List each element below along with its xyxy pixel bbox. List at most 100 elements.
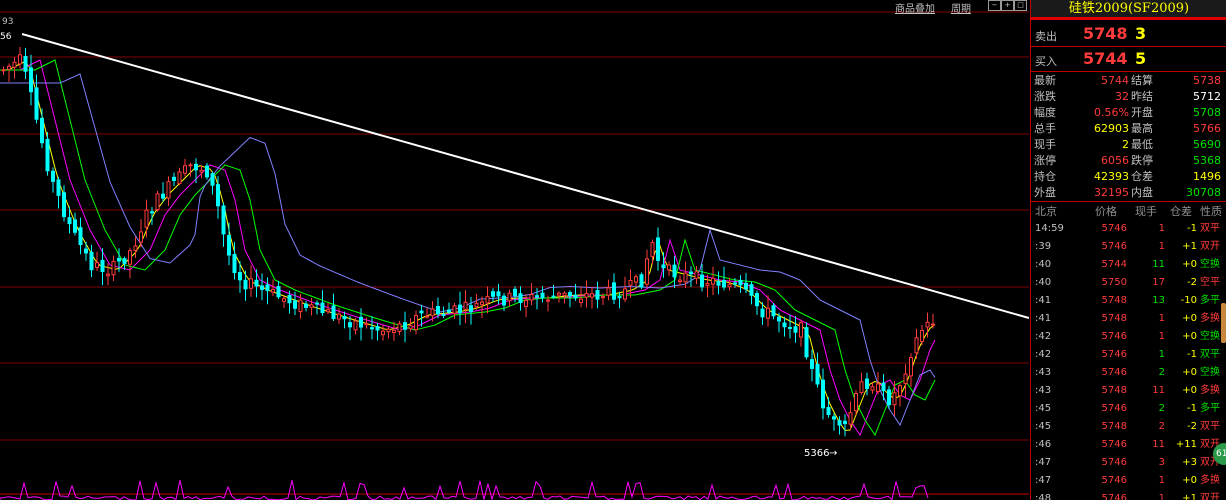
candle-body bbox=[315, 302, 319, 305]
stat-label: 最新 bbox=[1034, 74, 1056, 87]
candle-body bbox=[826, 407, 831, 415]
candle-body bbox=[612, 282, 616, 300]
tick-price: 5750 bbox=[1101, 277, 1127, 288]
candle-body bbox=[1, 69, 6, 72]
tick-nature: 多换 bbox=[1200, 475, 1220, 486]
kline-chart-area[interactable]: 93 56 5366 → 商品叠加 周期 − + □ bbox=[0, 0, 1029, 500]
tick-nature: 双平 bbox=[1200, 421, 1220, 432]
tick-row[interactable]: :46 5746 11 +11 双开 bbox=[1031, 436, 1226, 454]
tick-row[interactable]: :45 5748 2 -2 双平 bbox=[1031, 418, 1226, 436]
tick-row[interactable]: 14:59 5746 1 -1 双平 bbox=[1031, 220, 1226, 238]
tick-time: :40 bbox=[1035, 277, 1052, 288]
contract-title[interactable]: 硅铁2009(SF2009) bbox=[1031, 0, 1226, 17]
high-marker: 56 bbox=[0, 32, 12, 42]
kline-chart[interactable]: 93 56 5366 → bbox=[0, 0, 1029, 500]
tick-time: :43 bbox=[1035, 367, 1052, 378]
candle-body bbox=[95, 262, 99, 268]
tick-row[interactable]: :41 5748 13 -10 多平 bbox=[1031, 292, 1226, 310]
tick-price: 5746 bbox=[1101, 475, 1127, 486]
tick-row[interactable]: :42 5746 1 -1 双平 bbox=[1031, 346, 1226, 364]
stat-value: 6056 bbox=[1101, 154, 1129, 167]
candle-body bbox=[177, 171, 182, 184]
sell-label: 卖出 bbox=[1035, 30, 1057, 43]
candle-body bbox=[738, 279, 743, 286]
buy-label: 买入 bbox=[1035, 55, 1057, 68]
tick-nature: 空换 bbox=[1200, 259, 1220, 270]
candle-body bbox=[106, 273, 110, 277]
tick-row[interactable]: :43 5748 11 +0 多换 bbox=[1031, 382, 1226, 400]
restore-icon[interactable]: □ bbox=[1014, 0, 1027, 11]
candle-body bbox=[491, 291, 495, 297]
tick-row[interactable]: :40 5750 17 -2 空平 bbox=[1031, 274, 1226, 292]
candle-body bbox=[34, 87, 39, 120]
zoom-out-icon[interactable]: − bbox=[988, 0, 1001, 11]
tick-row[interactable]: :42 5746 1 +0 空换 bbox=[1031, 328, 1226, 346]
stat-row: 最新 5744 结算 5738 bbox=[1031, 73, 1226, 89]
candle-body bbox=[458, 304, 462, 314]
candle-body bbox=[414, 315, 418, 330]
tick-time: :42 bbox=[1035, 331, 1052, 342]
stat-value: 32195 bbox=[1094, 186, 1129, 199]
stat-value: 5712 bbox=[1193, 90, 1221, 103]
tick-volume: 11 bbox=[1152, 259, 1165, 270]
tick-price: 5746 bbox=[1101, 457, 1127, 468]
candle-body bbox=[342, 315, 347, 320]
candle-body bbox=[799, 322, 803, 338]
candle-body bbox=[216, 184, 220, 207]
candle-body bbox=[628, 280, 633, 286]
tick-row[interactable]: :45 5746 2 -1 多平 bbox=[1031, 400, 1226, 418]
sell-quote-row[interactable]: 卖出 5748 3 bbox=[1031, 22, 1226, 46]
stat-value: 5368 bbox=[1193, 154, 1221, 167]
tick-volume: 3 bbox=[1158, 457, 1165, 468]
stat-value: 1496 bbox=[1193, 170, 1221, 183]
candle-body bbox=[447, 309, 451, 313]
candle-body bbox=[590, 293, 594, 298]
tick-row[interactable]: :39 5746 1 +1 双开 bbox=[1031, 238, 1226, 256]
candle-body bbox=[540, 292, 545, 299]
candle-body bbox=[617, 296, 622, 299]
tick-oi-change: -1 bbox=[1187, 403, 1197, 414]
candle-body bbox=[128, 250, 132, 265]
candle-body bbox=[276, 285, 281, 298]
stat-label: 幅度 bbox=[1034, 106, 1056, 119]
tick-price: 5746 bbox=[1101, 349, 1127, 360]
tick-row[interactable]: :47 5746 1 +0 多换 bbox=[1031, 472, 1226, 490]
tick-row[interactable]: :43 5746 2 +0 空换 bbox=[1031, 364, 1226, 382]
candle-body bbox=[755, 293, 759, 307]
candle-body bbox=[925, 321, 930, 328]
candle-body bbox=[881, 382, 886, 392]
period-link[interactable]: 周期 bbox=[951, 0, 971, 15]
candle-body bbox=[661, 264, 666, 269]
tick-price: 5746 bbox=[1101, 331, 1127, 342]
moving-average-line bbox=[0, 73, 936, 427]
panel-scroll-handle[interactable] bbox=[1221, 303, 1226, 343]
candle-body bbox=[309, 304, 314, 308]
buy-quote-row[interactable]: 买入 5744 5 bbox=[1031, 47, 1226, 71]
candle-body bbox=[227, 235, 231, 256]
candle-body bbox=[777, 316, 781, 322]
candle-body bbox=[133, 245, 138, 251]
candle-body bbox=[205, 165, 209, 178]
tick-row[interactable]: :40 5744 11 +0 空换 bbox=[1031, 256, 1226, 274]
zoom-in-icon[interactable]: + bbox=[1001, 0, 1014, 11]
tick-price: 5748 bbox=[1101, 385, 1127, 396]
candle-body bbox=[293, 300, 297, 309]
overlay-commodity-link[interactable]: 商品叠加 bbox=[895, 0, 935, 15]
tick-row[interactable]: :41 5748 1 +0 多换 bbox=[1031, 310, 1226, 328]
candle-body bbox=[667, 264, 671, 271]
candle-body bbox=[232, 254, 237, 274]
candle-body bbox=[931, 323, 935, 326]
candle-body bbox=[84, 248, 88, 254]
tick-nature: 双开 bbox=[1200, 241, 1220, 252]
candle-body bbox=[744, 282, 748, 290]
candle-body bbox=[353, 320, 358, 331]
tick-oi-change: -1 bbox=[1187, 349, 1197, 360]
stat-label: 现手 bbox=[1034, 138, 1056, 151]
tick-nature: 多换 bbox=[1200, 313, 1220, 324]
candle-body bbox=[524, 299, 528, 307]
tick-row[interactable]: :47 5746 3 +3 双开 bbox=[1031, 454, 1226, 472]
tick-oi-change: +0 bbox=[1182, 331, 1197, 342]
candle-body bbox=[716, 281, 721, 286]
candle-body bbox=[821, 379, 825, 409]
tick-row[interactable]: :48 5746 1 +1 双开 bbox=[1031, 490, 1226, 500]
